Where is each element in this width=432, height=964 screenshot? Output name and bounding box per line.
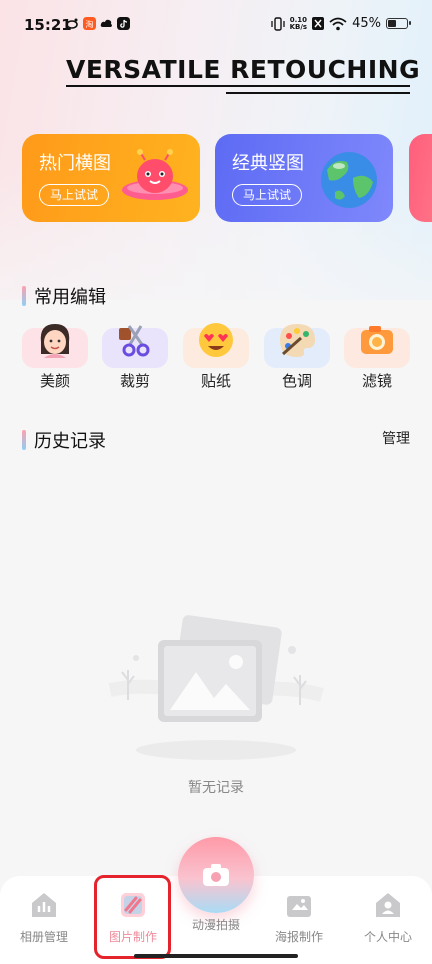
section-title-text: 常用编辑 xyxy=(34,287,106,308)
vibrate-icon xyxy=(270,16,285,31)
woman-face-icon xyxy=(40,324,70,358)
tool-tone[interactable]: 色调 xyxy=(264,320,330,390)
nav-personal-center[interactable]: 个人中心 xyxy=(348,890,428,945)
section-accent-bar xyxy=(22,430,26,450)
profile-icon xyxy=(376,893,400,917)
nav-label: 个人中心 xyxy=(363,930,412,944)
scissors-icon xyxy=(119,325,150,357)
empty-state-illustration xyxy=(108,615,324,760)
tool-crop[interactable]: 裁剪 xyxy=(102,320,168,390)
title-underline xyxy=(66,85,410,87)
status-app-icons: 淘 xyxy=(66,17,130,30)
nfc-icon xyxy=(312,17,325,30)
status-time: 15:21 xyxy=(24,16,72,34)
poster-icon xyxy=(287,896,311,917)
tool-label: 色调 xyxy=(281,372,312,390)
weibo-icon xyxy=(66,18,78,29)
battery-percent: 45% xyxy=(352,16,381,31)
nav-selection-highlight xyxy=(94,875,171,959)
palette-icon xyxy=(280,324,315,357)
svg-text:淘: 淘 xyxy=(86,19,94,29)
edit-tools: 美颜 裁剪 贴纸 色调 滤镜 xyxy=(22,320,410,390)
title-underline-accent xyxy=(226,92,410,94)
nav-label: 海报制作 xyxy=(274,930,323,944)
battery-fill xyxy=(388,20,396,27)
globe-icon xyxy=(321,152,377,208)
feature-cards: 热门横图 马上试试 经典竖图 马上试试 xyxy=(22,134,432,222)
nav-album-management[interactable]: 相册管理 xyxy=(4,890,84,945)
home-indicator xyxy=(134,954,298,958)
nav-label: 相册管理 xyxy=(19,930,68,944)
status-right-indicators: 0.10 KB/s 45% xyxy=(270,16,411,31)
album-icon xyxy=(32,893,56,917)
tool-label: 滤镜 xyxy=(361,372,392,390)
card-title: 经典竖图 xyxy=(232,153,304,174)
section-title-text: 历史记录 xyxy=(34,431,106,452)
section-common-edit: 常用编辑 xyxy=(22,283,106,309)
card-title: 热门横图 xyxy=(39,153,111,174)
tool-label: 美颜 xyxy=(39,372,70,390)
status-bar: 15:21 淘 0.10 KB/s 45% xyxy=(0,0,432,50)
card-more[interactable] xyxy=(409,134,432,222)
camera-label: 动漫拍摄 xyxy=(191,918,240,932)
net-speed-unit: KB/s xyxy=(289,22,308,31)
tool-filter[interactable]: 滤镜 xyxy=(344,320,410,390)
net-speed: 0.10 KB/s xyxy=(289,16,308,31)
page-title: VERSATILE RETOUCHING xyxy=(66,55,421,84)
tool-label: 裁剪 xyxy=(119,372,150,390)
card-classic-vertical[interactable]: 经典竖图 马上试试 xyxy=(215,134,393,222)
wifi-icon xyxy=(329,17,347,30)
anime-camera-button[interactable] xyxy=(178,837,254,913)
empty-state-text: 暂无记录 xyxy=(188,780,244,796)
try-now-button[interactable]: 马上试试 xyxy=(39,184,110,206)
tool-label: 贴纸 xyxy=(200,372,231,390)
battery-icon xyxy=(386,18,411,29)
taobao-icon: 淘 xyxy=(83,17,96,30)
cloud-icon xyxy=(100,19,112,27)
tiktok-icon xyxy=(117,17,130,30)
nav-poster-making[interactable]: 海报制作 xyxy=(259,890,339,945)
try-now-button[interactable]: 马上试试 xyxy=(232,184,303,206)
tool-sticker[interactable]: 贴纸 xyxy=(183,320,249,390)
section-history: 历史记录 xyxy=(22,427,106,453)
manage-link[interactable]: 管理 xyxy=(382,428,410,448)
tool-beauty[interactable]: 美颜 xyxy=(22,320,88,390)
card-hot-horizontal[interactable]: 热门横图 马上试试 xyxy=(22,134,200,222)
heart-eyes-emoji-icon xyxy=(199,323,233,357)
camera-filter-icon xyxy=(361,326,393,354)
section-accent-bar xyxy=(22,286,26,306)
ufo-character-icon xyxy=(122,149,188,200)
camera-icon xyxy=(203,864,229,886)
